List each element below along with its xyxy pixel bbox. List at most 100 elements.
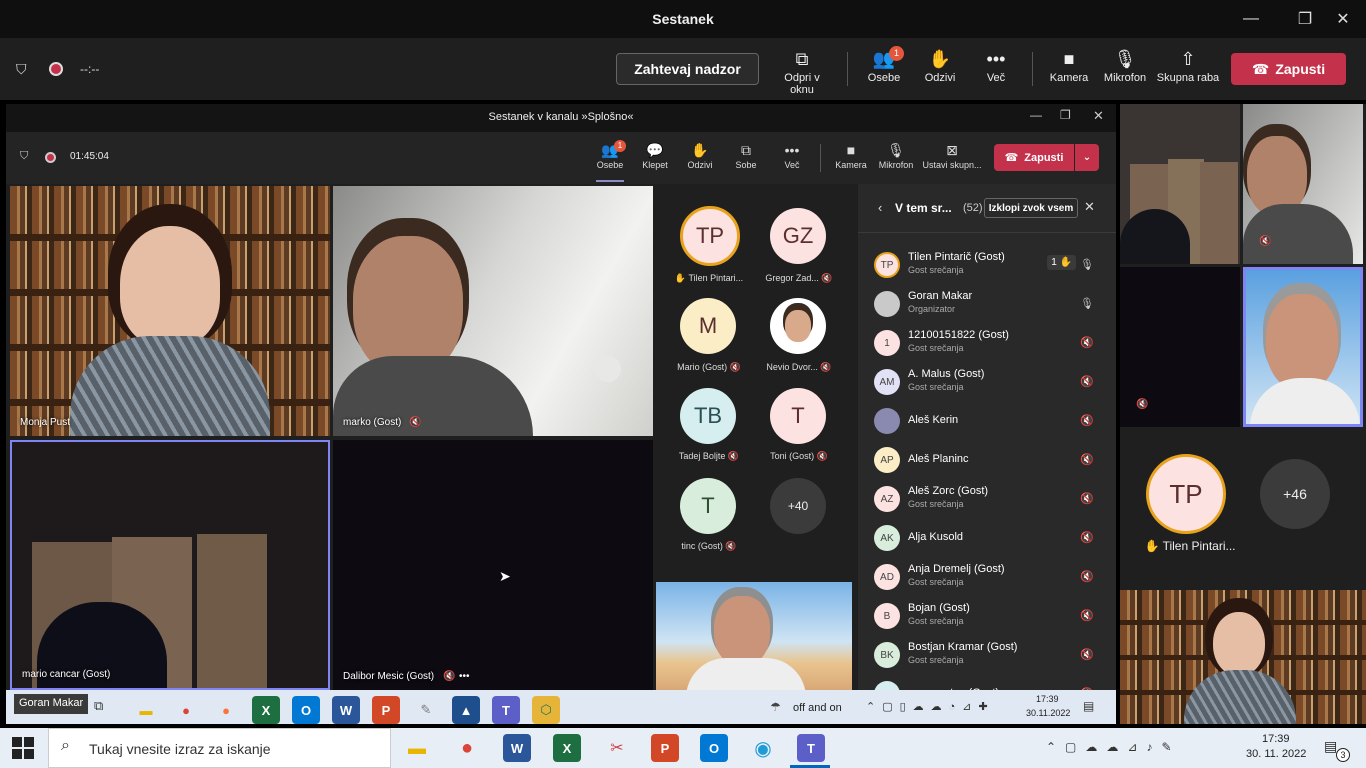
participant-row[interactable]: TP Tilen Pintarič (Gost) Gost srečanja 1 ✋ 🎙 [858, 246, 1116, 285]
clock-time[interactable]: 17:39 [1262, 733, 1290, 745]
avatar-photo[interactable] [770, 298, 826, 354]
avatar-tp[interactable]: TP [1146, 454, 1226, 534]
mic-icon[interactable]: 🎙 [1080, 297, 1094, 310]
video-tile[interactable]: Monja Pust [10, 186, 330, 436]
search-box[interactable]: ⌕ Tukaj vnesite izraz za iskanje [48, 728, 391, 768]
mic-muted-icon[interactable]: 🔇 [1080, 531, 1094, 544]
participant-row[interactable]: AP Aleš Planinc 🔇 [858, 441, 1116, 480]
popout-icon: ⧉ [795, 49, 809, 69]
close-icon[interactable]: ✕ [1093, 108, 1104, 124]
video-tile[interactable]: marko (Gost) 🔇 [333, 186, 653, 436]
file-explorer-icon[interactable]: ▬ [403, 734, 431, 762]
mic-muted-icon[interactable]: 🔇 [1080, 375, 1094, 388]
reactions-button[interactable]: ✋ Odzivi [680, 140, 720, 170]
leave-button[interactable]: ☎ Zapusti [994, 144, 1074, 171]
avatar-m[interactable]: M [680, 298, 736, 354]
participant-row[interactable]: AZ Aleš Zorc (Gost) Gost srečanja 🔇 [858, 480, 1116, 519]
leave-options-chevron-icon[interactable]: ⌄ [1075, 144, 1099, 171]
outlook-icon[interactable]: O [700, 734, 728, 762]
people-button[interactable]: 👥 Osebe 1 [590, 140, 630, 182]
participant-row[interactable]: AM A. Malus (Gost) Gost srečanja 🔇 [858, 363, 1116, 402]
mute-all-button[interactable]: Izklopi zvok vsem [984, 198, 1078, 218]
more-participants-button[interactable]: +40 [770, 478, 826, 534]
participant-row[interactable]: B Bojan (Gost) Gost srečanja 🔇 [858, 597, 1116, 636]
participant-row[interactable]: BK Bostjan Kramar (Gost) Gost srečanja 🔇 [858, 636, 1116, 675]
more-button[interactable]: ••• Več [965, 46, 1027, 84]
maximize-icon[interactable]: ❐ [1060, 108, 1071, 122]
mic-muted-icon[interactable]: 🔇 [1080, 648, 1094, 661]
mic-button[interactable]: 🎙 Mikrofon [876, 140, 916, 170]
mic-button[interactable]: 🎙 Mikrofon [1094, 46, 1156, 84]
phone-hangup-icon: ☎ [1251, 60, 1270, 77]
mic-muted-icon[interactable]: 🔇 [1080, 492, 1094, 505]
mic-muted-icon[interactable]: 🔇 [1080, 609, 1094, 622]
leave-button[interactable]: ☎ Zapusti [1231, 53, 1346, 85]
avatar-tb[interactable]: TB [680, 388, 736, 444]
teams-icon[interactable]: T [797, 734, 825, 762]
participant-avatar [874, 291, 900, 317]
start-icon[interactable] [12, 737, 34, 759]
camera-button[interactable]: ■ Kamera [831, 140, 871, 170]
more-icon[interactable]: ••• [459, 671, 470, 682]
avatar-gz[interactable]: GZ [770, 208, 826, 264]
more-button[interactable]: ••• Več [772, 140, 812, 170]
reactions-button[interactable]: ✋ Odzivi [909, 46, 971, 84]
chat-button[interactable]: 💬 Klepet [635, 140, 675, 170]
participant-name: Dalibor Mesic (Gost) [343, 671, 435, 682]
close-icon[interactable]: ✕ [1320, 0, 1366, 38]
stop-share-button[interactable]: ⊠ Ustavi skupn... [921, 140, 983, 170]
mic-muted-icon[interactable]: 🔇 [1080, 336, 1094, 349]
people-badge: 1 [889, 46, 904, 61]
shared-taskbar: Goran Makar ⧉ ▬ ● ● X O W P ✎ ▲ T ⬡ ☂ of… [6, 690, 1116, 724]
search-icon: ⌕ [61, 737, 70, 754]
system-tray-icons[interactable]: ⌃▢☁☁⊿♪✎ [1046, 740, 1181, 754]
mic-muted-icon[interactable]: 🔇 [1080, 570, 1094, 583]
participant-avatar: BK [874, 642, 900, 668]
video-tile[interactable]: Dalibor Mesic (Gost) 🔇 ••• ➤ [333, 440, 653, 690]
mic-muted-icon[interactable]: 🔇 [1080, 453, 1094, 466]
powerpoint-icon[interactable]: P [651, 734, 679, 762]
video-tile[interactable]: mario cancar (Gost) [10, 440, 330, 690]
participant-row[interactable]: Aleš Kerin 🔇 [858, 402, 1116, 441]
avatar-tp[interactable]: TP [680, 206, 740, 266]
mic-icon[interactable]: 🎙 [1080, 258, 1094, 271]
video-tile [1243, 267, 1363, 427]
edge-icon[interactable]: ◉ [749, 734, 777, 762]
participant-row[interactable]: Goran Makar Organizator 🎙 [858, 285, 1116, 324]
participant-role: Gost srečanja [908, 382, 964, 392]
teams-icon: T [492, 696, 520, 724]
raise-hand-icon: ✋ [674, 273, 687, 283]
firefox-icon: ● [222, 702, 230, 718]
close-icon[interactable]: ✕ [1084, 199, 1095, 215]
mic-muted-icon[interactable]: 🔇 [1080, 414, 1094, 427]
popout-button[interactable]: ⧉ Odpri v oknu [771, 46, 833, 96]
raise-hand-icon: ✋ [1056, 257, 1072, 268]
chrome-icon[interactable]: ● [453, 734, 481, 762]
participant-row[interactable]: AD Anja Dremelj (Gost) Gost srečanja 🔇 [858, 558, 1116, 597]
people-button[interactable]: 👥 Osebe 1 [853, 46, 915, 84]
participant-row[interactable]: AK Alja Kusold 🔇 [858, 519, 1116, 558]
word-icon[interactable]: W [503, 734, 531, 762]
camera-button[interactable]: ■ Kamera [1038, 46, 1100, 84]
minimize-icon[interactable]: — [1030, 108, 1042, 122]
avatar-t2[interactable]: T [680, 478, 736, 534]
more-participants-button[interactable]: +46 [1260, 459, 1330, 529]
share-button[interactable]: ⇧ Skupna raba [1156, 46, 1220, 84]
search-placeholder: Tukaj vnesite izraz za iskanje [89, 741, 271, 757]
meeting-timer: 01:45:04 [70, 151, 109, 162]
participant-row[interactable]: 1 12100151822 (Gost) Gost srečanja 🔇 [858, 324, 1116, 363]
participant-avatar: B [874, 603, 900, 629]
excel-icon[interactable]: X [553, 734, 581, 762]
minimize-icon[interactable]: — [1228, 0, 1274, 38]
participant-avatar: 1 [874, 330, 900, 356]
participant-name: Alja Kusold [908, 531, 964, 543]
avatar-label: ✋ Tilen Pintari... [1144, 539, 1236, 553]
back-chevron-icon[interactable]: ‹ [878, 200, 882, 215]
snipping-tool-icon[interactable]: ✂ [603, 734, 631, 762]
rooms-button[interactable]: ⧉ Sobe [726, 140, 766, 170]
clock-date[interactable]: 30. 11. 2022 [1246, 748, 1306, 760]
participant-row[interactable]: CAcesar anton (Gost)🔇 [858, 675, 1116, 690]
request-control-button[interactable]: Zahtevaj nadzor [616, 53, 759, 85]
avatar-t[interactable]: T [770, 388, 826, 444]
inner-toolbar: ⛉ 01:45:04 👥 Osebe 1 💬 Klepet ✋ Odzivi ⧉ Sobe… [6, 132, 1116, 184]
